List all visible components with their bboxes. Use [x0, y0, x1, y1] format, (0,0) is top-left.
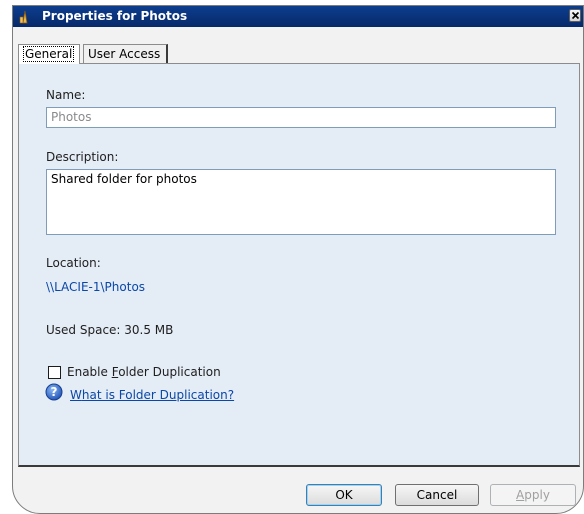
apply-rest: pply	[524, 488, 550, 502]
apply-button[interactable]: Apply	[490, 484, 576, 506]
tab-user-access-label: User Access	[88, 47, 161, 61]
link-rest: hat is Folder Duplication?	[81, 388, 235, 402]
enable-folder-duplication-label[interactable]: Enable Folder Duplication	[67, 365, 221, 379]
link-mnemonic: W	[70, 388, 82, 402]
what-is-folder-duplication-link[interactable]: What is Folder Duplication?	[70, 388, 234, 402]
window-title: Properties for Photos	[42, 9, 188, 23]
properties-dialog: Properties for Photos General User Acces…	[12, 5, 584, 514]
general-tab-panel: Name: Photos Description: Shared folder …	[18, 63, 580, 467]
help-icon[interactable]: ?	[45, 383, 63, 401]
close-icon	[571, 11, 580, 20]
tab-user-access[interactable]: User Access	[83, 44, 168, 63]
svg-text:?: ?	[51, 385, 58, 399]
close-button[interactable]	[569, 9, 581, 22]
name-label: Name:	[46, 88, 86, 102]
checkbox-label-part: Enable	[67, 365, 112, 379]
title-bar[interactable]: Properties for Photos	[13, 6, 583, 27]
used-space-text: Used Space: 30.5 MB	[46, 323, 174, 337]
description-label: Description:	[46, 150, 119, 164]
cancel-button[interactable]: Cancel	[395, 484, 479, 506]
enable-folder-duplication-checkbox[interactable]	[48, 366, 61, 379]
location-label: Location:	[46, 256, 101, 270]
tab-general-label: General	[23, 46, 75, 62]
tab-general[interactable]: General	[18, 44, 80, 64]
ok-button[interactable]: OK	[306, 484, 382, 506]
checkbox-label-rest: older Duplication	[118, 365, 221, 379]
folder-share-icon	[17, 8, 33, 24]
description-field[interactable]: Shared folder for photos	[46, 169, 556, 235]
name-field[interactable]: Photos	[46, 107, 556, 128]
location-link[interactable]: \\LACIE-1\Photos	[46, 280, 145, 294]
